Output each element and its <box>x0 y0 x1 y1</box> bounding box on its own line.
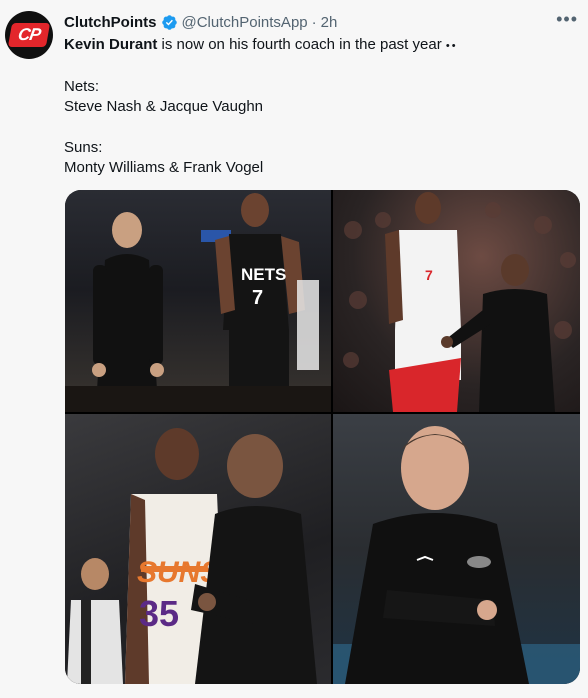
photo-vogel-illustration <box>333 426 580 684</box>
photo-vogel[interactable] <box>333 414 580 684</box>
eyes-emoji-icon: •• <box>445 40 458 52</box>
tweet-line-1: Kevin Durant is now on his fourth coach … <box>64 35 564 56</box>
more-horizontal-icon[interactable]: ••• <box>556 10 578 28</box>
photo-durant-vaughn[interactable]: 7 <box>333 190 580 412</box>
avatar-logo-text: CP <box>16 25 42 44</box>
tweet-header: ClutchPoints @ClutchPointsApp · 2h <box>64 12 337 32</box>
svg-text:7: 7 <box>425 267 433 283</box>
nets-jersey-text: NETS <box>241 265 286 284</box>
suns-coaches: Monty Williams & Frank Vogel <box>64 159 264 176</box>
display-name[interactable]: ClutchPoints <box>64 14 157 31</box>
nets-jersey-number: 7 <box>252 287 263 309</box>
handle[interactable]: @ClutchPointsApp <box>182 14 308 31</box>
separator: · <box>311 13 317 31</box>
tweet-line-1-text: is now on his fourth coach in the past y… <box>157 36 442 53</box>
photo-nash-durant-illustration: NETS 7 <box>65 193 331 412</box>
timestamp[interactable]: 2h <box>321 14 338 31</box>
photo-durant-williams-illustration: SUNS 35 <box>67 428 317 684</box>
clutchpoints-logo: CP <box>7 23 51 47</box>
photo-durant-vaughn-illustration: 7 <box>343 192 576 412</box>
photo-nash-durant[interactable]: NETS 7 <box>65 190 331 412</box>
suns-label: Suns: <box>64 139 103 156</box>
nets-coaches: Steve Nash & Jacque Vaughn <box>64 98 264 115</box>
media-grid[interactable]: NETS 7 7 SUNS 35 <box>65 190 580 684</box>
tweet[interactable]: CP ClutchPoints @ClutchPointsApp · 2h ••… <box>0 0 588 698</box>
verified-badge-icon <box>161 14 177 30</box>
photo-durant-williams[interactable]: SUNS 35 <box>65 414 331 684</box>
avatar[interactable]: CP <box>5 11 53 59</box>
suns-jersey-number: 35 <box>139 593 179 634</box>
mention-kevin-durant[interactable]: Kevin Durant <box>64 36 157 53</box>
tweet-text: Kevin Durant is now on his fourth coach … <box>64 35 564 178</box>
nets-label: Nets: <box>64 78 100 95</box>
